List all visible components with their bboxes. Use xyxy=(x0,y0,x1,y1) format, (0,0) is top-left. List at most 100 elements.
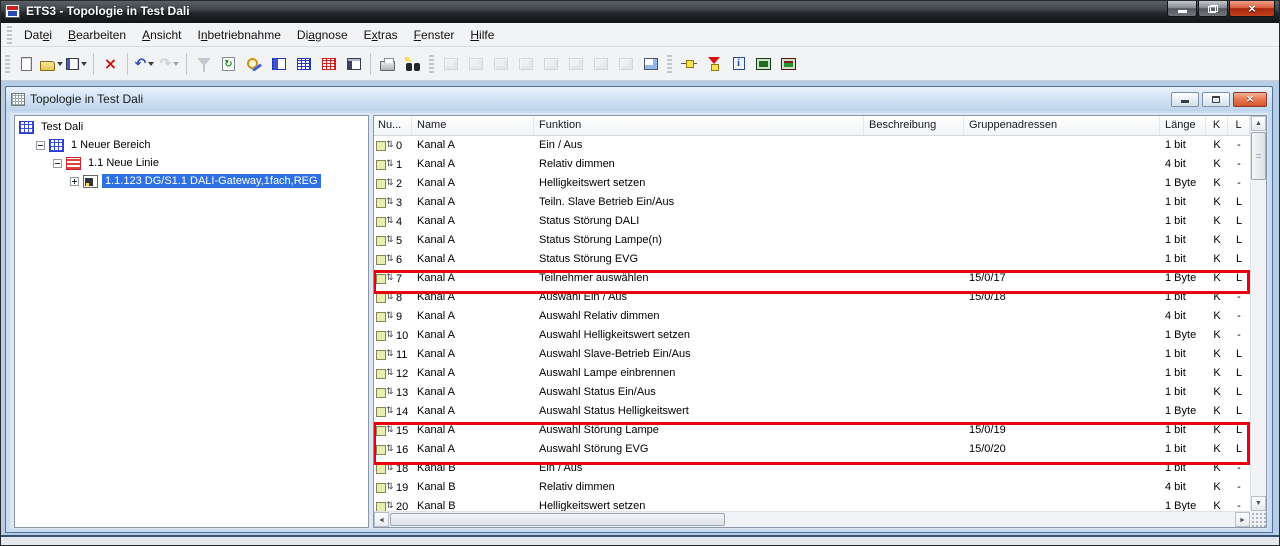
menu-datei[interactable]: Datei xyxy=(16,25,60,45)
table-row-9[interactable]: 9Kanal AAuswahl Relativ dimmen4 bitK- xyxy=(374,307,1250,326)
cell-num: 7 xyxy=(374,269,412,288)
connect-button[interactable] xyxy=(677,52,700,76)
col-header-grp[interactable]: Gruppenadressen xyxy=(964,116,1160,135)
menu-ansicht[interactable]: Ansicht xyxy=(134,25,189,45)
table-row-4[interactable]: 4Kanal AStatus Störung DALI1 bitKL xyxy=(374,212,1250,231)
table-row-1[interactable]: 1Kanal ARelativ dimmen4 bitK- xyxy=(374,155,1250,174)
object-number: 19 xyxy=(396,482,408,494)
col-header-funktion[interactable]: Funktion xyxy=(534,116,864,135)
topology-restore-button[interactable] xyxy=(1202,92,1230,107)
collapse-icon[interactable] xyxy=(36,141,45,150)
cell-beschreibung xyxy=(864,497,964,511)
diagnostics-monitor-button[interactable] xyxy=(752,52,775,76)
close-button[interactable]: × xyxy=(1229,1,1275,17)
find-and-replace-icon xyxy=(246,57,262,71)
col-header-num[interactable]: Nu... xyxy=(374,116,412,135)
undo-button[interactable]: ↶ xyxy=(133,52,156,76)
table-row-8[interactable]: 8Kanal AAuswahl Ein / Aus15/0/181 bitK- xyxy=(374,288,1250,307)
cell-k: K xyxy=(1206,383,1228,402)
cell-gruppenadressen xyxy=(964,212,1160,231)
collapse-icon[interactable] xyxy=(53,159,62,168)
table-row-18[interactable]: 18Kanal BEin / Aus1 bitK- xyxy=(374,459,1250,478)
table-row-14[interactable]: 14Kanal AAuswahl Status Helligkeitswert1… xyxy=(374,402,1250,421)
bus-monitor-button[interactable] xyxy=(777,52,800,76)
cell-funktion: Helligkeitswert setzen xyxy=(534,174,864,193)
cell-name: Kanal A xyxy=(412,440,534,459)
find-and-replace-button[interactable] xyxy=(242,52,265,76)
project-catalog-button[interactable] xyxy=(65,52,88,76)
open-project-button[interactable] xyxy=(40,52,63,76)
project-catalog-caret[interactable] xyxy=(81,62,87,69)
download-button[interactable] xyxy=(702,52,725,76)
vertical-scrollbar[interactable]: ▲ ▼ xyxy=(1250,116,1266,511)
new-project-button[interactable] xyxy=(15,52,38,76)
filter-button[interactable] xyxy=(192,52,215,76)
toolbar-gripper[interactable] xyxy=(667,55,672,73)
table-row-5[interactable]: 5Kanal AStatus Störung Lampe(n)1 bitKL xyxy=(374,231,1250,250)
tree-node-project[interactable]: Test Dali xyxy=(15,118,368,136)
open-project-caret[interactable] xyxy=(57,62,63,69)
menu-hilfe[interactable]: Hilfe xyxy=(462,25,502,45)
table-row-20[interactable]: 20Kanal BHelligkeitswert setzen1 ByteK- xyxy=(374,497,1250,511)
details-view-button[interactable] xyxy=(267,52,290,76)
menu-bearbeiten[interactable]: Bearbeiten xyxy=(60,25,134,45)
menubar-gripper[interactable] xyxy=(7,26,12,44)
table-row-7[interactable]: 7Kanal ATeilnehmer auswählen15/0/171 Byt… xyxy=(374,269,1250,288)
cell-beschreibung xyxy=(864,345,964,364)
col-header-l[interactable]: L xyxy=(1228,116,1250,135)
cell-k: K xyxy=(1206,440,1228,459)
undo-caret[interactable] xyxy=(148,62,154,69)
tree-node-bereich[interactable]: 1 Neuer Bereich xyxy=(15,136,368,154)
table-row-6[interactable]: 6Kanal AStatus Störung EVG1 bitKL xyxy=(374,250,1250,269)
scroll-left-icon[interactable]: ◄ xyxy=(374,512,389,527)
tree-node-linie[interactable]: 1.1 Neue Linie xyxy=(15,154,368,172)
table-row-16[interactable]: 16Kanal AAuswahl Störung EVG15/0/201 bit… xyxy=(374,440,1250,459)
scroll-down-icon[interactable]: ▼ xyxy=(1251,496,1266,511)
toolbar-gripper[interactable] xyxy=(5,55,10,73)
scroll-up-icon[interactable]: ▲ xyxy=(1251,116,1266,131)
table-row-10[interactable]: 10Kanal AAuswahl Helligkeitswert setzen1… xyxy=(374,326,1250,345)
menu-extras[interactable]: Extras xyxy=(356,25,406,45)
cell-k: K xyxy=(1206,193,1228,212)
table-row-2[interactable]: 2Kanal AHelligkeitswert setzen1 ByteK- xyxy=(374,174,1250,193)
cell-laenge: 1 bit xyxy=(1160,345,1206,364)
delete-button[interactable]: × xyxy=(99,52,122,76)
menu-fenster[interactable]: Fenster xyxy=(406,25,463,45)
topology-close-button[interactable]: × xyxy=(1233,92,1267,107)
find-button[interactable] xyxy=(401,52,424,76)
table-row-11[interactable]: 11Kanal AAuswahl Slave-Betrieb Ein/Aus1 … xyxy=(374,345,1250,364)
col-header-name[interactable]: Name xyxy=(412,116,534,135)
reload-button[interactable]: ↻ xyxy=(217,52,240,76)
device-info-button[interactable]: i xyxy=(727,52,750,76)
vertical-scroll-thumb[interactable] xyxy=(1251,132,1266,180)
table-row-15[interactable]: 15Kanal AAuswahl Störung Lampe15/0/191 b… xyxy=(374,421,1250,440)
table-row-0[interactable]: 0Kanal AEin / Aus1 bitK- xyxy=(374,136,1250,155)
expand-icon[interactable] xyxy=(70,177,79,186)
horizontal-scroll-thumb[interactable] xyxy=(390,513,725,526)
tree-node-device[interactable]: 1.1.123 DG/S1.1 DALI-Gateway,1fach,REG xyxy=(15,172,368,190)
split-view-button[interactable] xyxy=(342,52,365,76)
table-row-13[interactable]: 13Kanal AAuswahl Status Ein/Aus1 bitKL xyxy=(374,383,1250,402)
group-addresses-view-button[interactable] xyxy=(317,52,340,76)
restore-button[interactable] xyxy=(1198,1,1228,17)
table-row-12[interactable]: 12Kanal AAuswahl Lampe einbrennen1 bitKL xyxy=(374,364,1250,383)
cell-num: 2 xyxy=(374,174,412,193)
horizontal-scrollbar[interactable]: ◄ ► xyxy=(374,511,1250,527)
scroll-right-icon[interactable]: ► xyxy=(1235,512,1250,527)
cell-laenge: 1 bit xyxy=(1160,383,1206,402)
col-header-k[interactable]: K xyxy=(1206,116,1228,135)
cell-name: Kanal A xyxy=(412,250,534,269)
print-button[interactable] xyxy=(376,52,399,76)
minimize-button[interactable] xyxy=(1167,1,1197,17)
col-header-len[interactable]: Länge xyxy=(1160,116,1206,135)
table-row-19[interactable]: 19Kanal BRelativ dimmen4 bitK- xyxy=(374,478,1250,497)
menu-inbetriebnahme[interactable]: Inbetriebnahme xyxy=(189,25,288,45)
toolbar-gripper[interactable] xyxy=(429,55,434,73)
topology-minimize-button[interactable] xyxy=(1171,92,1199,107)
table-row-3[interactable]: 3Kanal ATeiln. Slave Betrieb Ein/Aus1 bi… xyxy=(374,193,1250,212)
table-view-button[interactable] xyxy=(292,52,315,76)
cell-beschreibung xyxy=(864,269,964,288)
preview-window-button[interactable] xyxy=(639,52,662,76)
menu-diagnose[interactable]: Diagnose xyxy=(289,25,356,45)
col-header-beschreibung[interactable]: Beschreibung xyxy=(864,116,964,135)
